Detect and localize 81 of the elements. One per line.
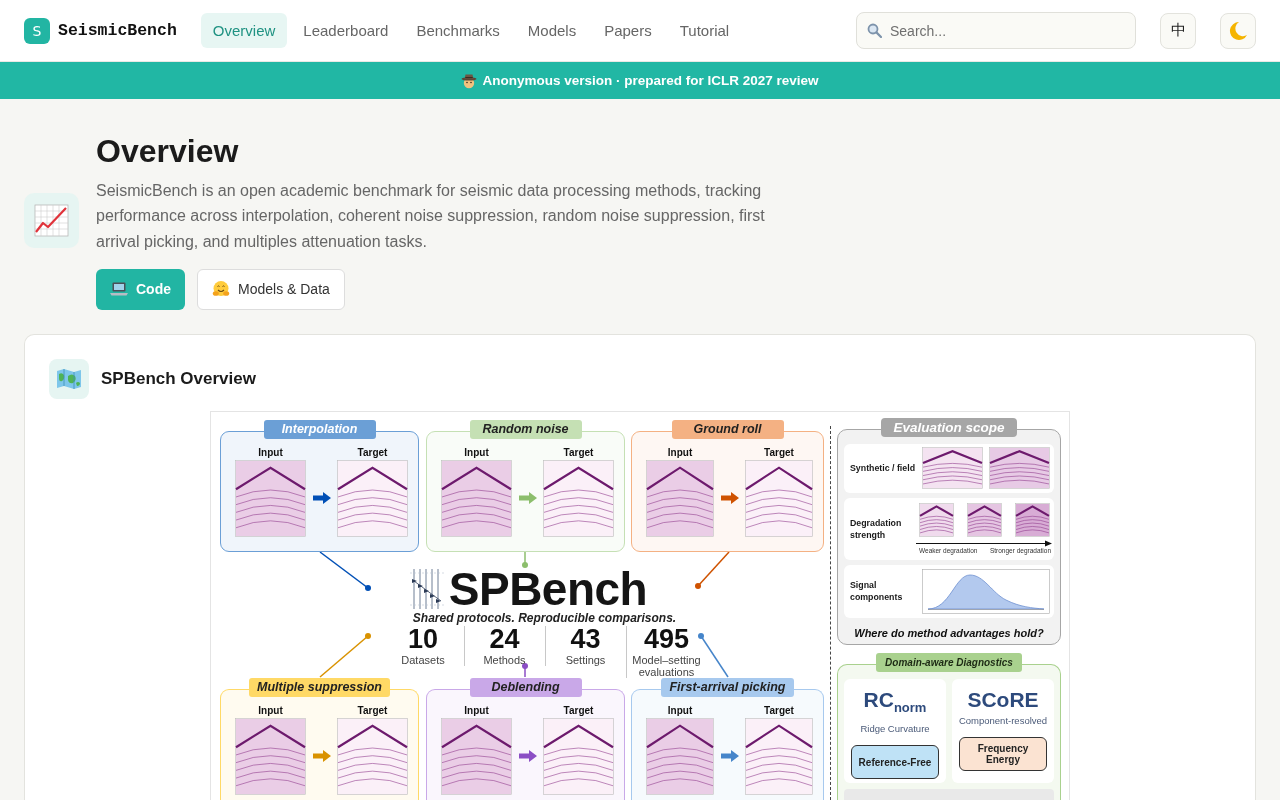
nav-tab[interactable]: Benchmarks [404,13,512,48]
connector-line [522,551,528,568]
stat-value: 495 [643,625,690,652]
scope-question: Where do method advantages hold? [853,625,1045,641]
nav-tab[interactable]: Leaderboard [291,13,401,48]
metric-tag: Frequency Energy [959,736,1047,771]
input-label: Input [667,445,693,460]
right-arrow-icon [720,750,739,763]
target-label: Target [764,703,794,718]
stat-value: 10 [407,625,438,652]
diagnostics-title: Domain-aware Diagnostics [876,652,1022,672]
seismic-plot-image [967,502,1002,537]
card-title: SPBench Overview [101,368,256,389]
search-bar[interactable]: Search... [856,12,1136,49]
metric-name: RC$_{norm}$ [863,686,927,718]
smiley-icon [212,280,230,299]
metric-description: Ridge Curvature [860,723,930,736]
stat-label: Model–setting evaluations [631,653,702,678]
connector-line [319,551,371,591]
task-title: Interpolation [263,419,376,439]
detective-icon [461,72,478,89]
connector-line [695,551,730,589]
connector-line [319,632,371,678]
search-field[interactable]: Search... [890,20,1125,41]
models-data-button[interactable]: Models & Data [197,268,345,310]
input-label: Input [464,703,489,718]
seismic-traces-icon [409,566,445,611]
target-label: Target [764,445,794,460]
stat-label: Methods [482,653,527,666]
input-label: Input [464,445,489,460]
right-arrow-icon [312,492,331,505]
right-arrow-icon [518,750,537,763]
right-arrow-icon [518,492,537,505]
nav-tab[interactable]: Papers [592,13,664,48]
stat-label: Settings [564,653,607,666]
metric-tag: Reference-Free [851,745,939,780]
metric-description: Component-resolved [958,714,1048,727]
seismic-plot-image [1015,502,1050,537]
target-label: Target [563,445,594,460]
right-arrow-icon [720,492,739,505]
input-label: Input [258,445,283,460]
seismic-plot-image [922,447,983,490]
nav-tab[interactable]: Overview [200,13,288,48]
language-button[interactable]: 中 [1160,12,1196,49]
search-icon [867,23,882,38]
target-label: Target [357,445,388,460]
banner-text: Anonymous version · prepared for ICLR 2027 review [482,73,819,88]
task-title: Random noise [469,419,582,439]
row-label: Signal components [850,579,904,604]
task-title: Multiple suppression [249,677,390,697]
seismic-plot-image [989,447,1050,490]
right-arrow-icon [312,750,331,763]
stat-value: 24 [489,625,520,652]
brand-name: SeismicBench [58,21,177,40]
page-title: Overview [96,132,239,171]
nav-tab[interactable]: Tutorial [667,13,742,48]
benchmark-title: SPBench [448,566,648,611]
metric-name: SCoRE [967,686,1039,713]
task-title: First-arrival picking [661,677,794,697]
moon-icon [1228,20,1248,41]
stat-value: 43 [570,625,601,652]
connector-line [698,632,729,678]
input-label: Input [667,703,693,718]
tagline: Shared protocols. Reproducible comparisons. [412,610,677,625]
task-title: Deblending [469,677,582,697]
theme-toggle-button[interactable] [1220,12,1256,49]
target-label: Target [357,703,388,718]
scope-title: Evaluation scope [881,417,1017,437]
target-label: Target [563,703,594,718]
row-label: Degradation strength [850,516,903,541]
stat-label: Datasets [400,653,446,666]
map-icon [49,358,89,399]
nav-tab[interactable]: Models [515,13,589,48]
row-label: Synthetic / field [850,462,916,475]
page-description: SeismicBench is an open academic benchmark for seismic data processing methods, tracking performance across interpolation, coherent noise suppression, random noise suppression, first arrival picking, and multiples attenuation tasks. [96,181,766,252]
connector-line [522,662,528,678]
chart-icon [24,192,79,248]
task-title: Ground roll [671,419,784,439]
input-label: Input [258,703,283,718]
laptop-icon [110,282,128,297]
seismic-plot-image [919,502,954,537]
